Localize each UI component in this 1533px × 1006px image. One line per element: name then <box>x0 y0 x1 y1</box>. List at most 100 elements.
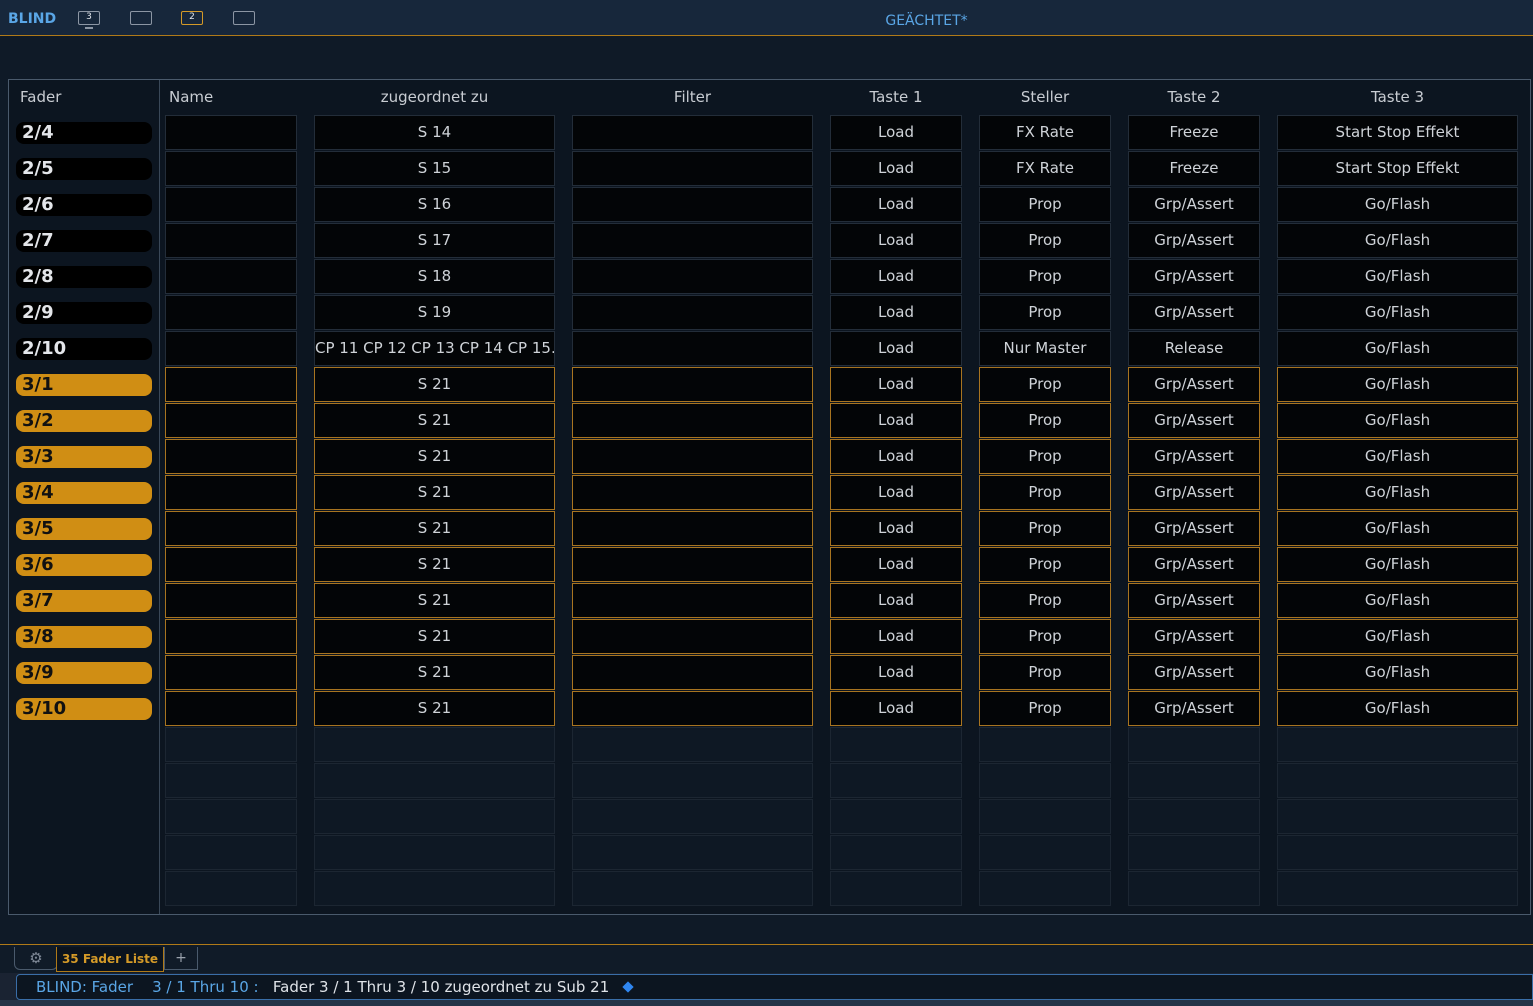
fader-badge[interactable]: 2/4 <box>16 122 152 144</box>
fader-badge[interactable]: 3/9 <box>16 662 152 684</box>
empty-cell[interactable] <box>1277 763 1518 798</box>
fader-badge[interactable]: 3/4 <box>16 482 152 504</box>
empty-cell[interactable] <box>572 763 813 798</box>
assigned-cell[interactable]: S 21 <box>314 619 555 654</box>
assigned-cell[interactable]: S 21 <box>314 691 555 726</box>
empty-cell[interactable] <box>1128 727 1260 762</box>
button3-cell[interactable]: Go/Flash <box>1277 619 1518 654</box>
button3-cell[interactable]: Go/Flash <box>1277 439 1518 474</box>
controller-cell[interactable]: Prop <box>979 259 1111 294</box>
gear-icon[interactable]: ⚙ <box>14 947 58 970</box>
button1-cell[interactable]: Load <box>830 115 962 150</box>
assigned-cell[interactable]: S 21 <box>314 439 555 474</box>
button2-cell[interactable]: Grp/Assert <box>1128 547 1260 582</box>
empty-cell[interactable] <box>979 871 1111 906</box>
filter-cell[interactable] <box>572 547 813 582</box>
fader-badge[interactable]: 2/6 <box>16 194 152 216</box>
button3-cell[interactable]: Go/Flash <box>1277 259 1518 294</box>
fader-badge[interactable]: 2/5 <box>16 158 152 180</box>
name-cell[interactable] <box>165 619 297 654</box>
empty-cell[interactable] <box>830 871 962 906</box>
button1-cell[interactable]: Load <box>830 259 962 294</box>
name-cell[interactable] <box>165 547 297 582</box>
button1-cell[interactable]: Load <box>830 511 962 546</box>
button2-cell[interactable]: Grp/Assert <box>1128 439 1260 474</box>
name-cell[interactable] <box>165 259 297 294</box>
button2-cell[interactable]: Grp/Assert <box>1128 223 1260 258</box>
empty-cell[interactable] <box>1277 799 1518 834</box>
command-line[interactable]: BLIND: Fader 3 / 1 Thru 10 : Fader 3 / 1… <box>16 974 1533 1000</box>
name-cell[interactable] <box>165 187 297 222</box>
assigned-cell[interactable]: S 18 <box>314 259 555 294</box>
button2-cell[interactable]: Grp/Assert <box>1128 187 1260 222</box>
filter-cell[interactable] <box>572 331 813 366</box>
header-name[interactable]: Name <box>169 88 213 106</box>
assigned-cell[interactable]: S 17 <box>314 223 555 258</box>
controller-cell[interactable]: Prop <box>979 187 1111 222</box>
button1-cell[interactable]: Load <box>830 295 962 330</box>
button2-cell[interactable]: Grp/Assert <box>1128 511 1260 546</box>
button2-cell[interactable]: Grp/Assert <box>1128 583 1260 618</box>
empty-cell[interactable] <box>165 763 297 798</box>
button2-cell[interactable]: Freeze <box>1128 151 1260 186</box>
controller-cell[interactable]: Prop <box>979 439 1111 474</box>
header-filter[interactable]: Filter <box>572 88 813 106</box>
header-fader[interactable]: Fader <box>20 88 61 106</box>
filter-cell[interactable] <box>572 403 813 438</box>
empty-cell[interactable] <box>314 871 555 906</box>
name-cell[interactable] <box>165 439 297 474</box>
button3-cell[interactable]: Go/Flash <box>1277 367 1518 402</box>
header-button1[interactable]: Taste 1 <box>830 88 962 106</box>
fader-badge[interactable]: 3/10 <box>16 698 152 720</box>
empty-cell[interactable] <box>314 835 555 870</box>
assigned-cell[interactable]: S 15 <box>314 151 555 186</box>
empty-cell[interactable] <box>1277 835 1518 870</box>
name-cell[interactable] <box>165 691 297 726</box>
assigned-cell[interactable]: S 14 <box>314 115 555 150</box>
fader-badge[interactable]: 2/10 <box>16 338 152 360</box>
controller-cell[interactable]: Prop <box>979 547 1111 582</box>
button3-cell[interactable]: Go/Flash <box>1277 511 1518 546</box>
filter-cell[interactable] <box>572 691 813 726</box>
filter-cell[interactable] <box>572 151 813 186</box>
empty-cell[interactable] <box>979 763 1111 798</box>
empty-cell[interactable] <box>979 799 1111 834</box>
filter-cell[interactable] <box>572 511 813 546</box>
filter-cell[interactable] <box>572 619 813 654</box>
header-button3[interactable]: Taste 3 <box>1277 88 1518 106</box>
assigned-cell[interactable]: S 21 <box>314 403 555 438</box>
assigned-cell[interactable]: S 21 <box>314 511 555 546</box>
filter-cell[interactable] <box>572 295 813 330</box>
controller-cell[interactable]: Prop <box>979 475 1111 510</box>
add-tab-button[interactable]: + <box>164 947 198 970</box>
fader-badge[interactable]: 3/7 <box>16 590 152 612</box>
empty-cell[interactable] <box>572 835 813 870</box>
assigned-cell[interactable]: S 21 <box>314 655 555 690</box>
name-cell[interactable] <box>165 151 297 186</box>
controller-cell[interactable]: Prop <box>979 511 1111 546</box>
button3-cell[interactable]: Go/Flash <box>1277 547 1518 582</box>
controller-cell[interactable]: Nur Master <box>979 331 1111 366</box>
button1-cell[interactable]: Load <box>830 583 962 618</box>
button2-cell[interactable]: Grp/Assert <box>1128 367 1260 402</box>
name-cell[interactable] <box>165 367 297 402</box>
assigned-cell[interactable]: CP 11 CP 12 CP 13 CP 14 CP 15... <box>314 331 555 366</box>
button3-cell[interactable]: Go/Flash <box>1277 187 1518 222</box>
empty-cell[interactable] <box>314 727 555 762</box>
empty-cell[interactable] <box>314 799 555 834</box>
assigned-cell[interactable]: S 19 <box>314 295 555 330</box>
button3-cell[interactable]: Start Stop Effekt <box>1277 115 1518 150</box>
name-cell[interactable] <box>165 223 297 258</box>
name-cell[interactable] <box>165 583 297 618</box>
filter-cell[interactable] <box>572 367 813 402</box>
button2-cell[interactable]: Grp/Assert <box>1128 619 1260 654</box>
controller-cell[interactable]: FX Rate <box>979 115 1111 150</box>
button2-cell[interactable]: Grp/Assert <box>1128 691 1260 726</box>
button2-cell[interactable]: Release <box>1128 331 1260 366</box>
empty-cell[interactable] <box>1128 763 1260 798</box>
empty-cell[interactable] <box>165 835 297 870</box>
filter-cell[interactable] <box>572 223 813 258</box>
filter-cell[interactable] <box>572 655 813 690</box>
button1-cell[interactable]: Load <box>830 691 962 726</box>
button2-cell[interactable]: Freeze <box>1128 115 1260 150</box>
